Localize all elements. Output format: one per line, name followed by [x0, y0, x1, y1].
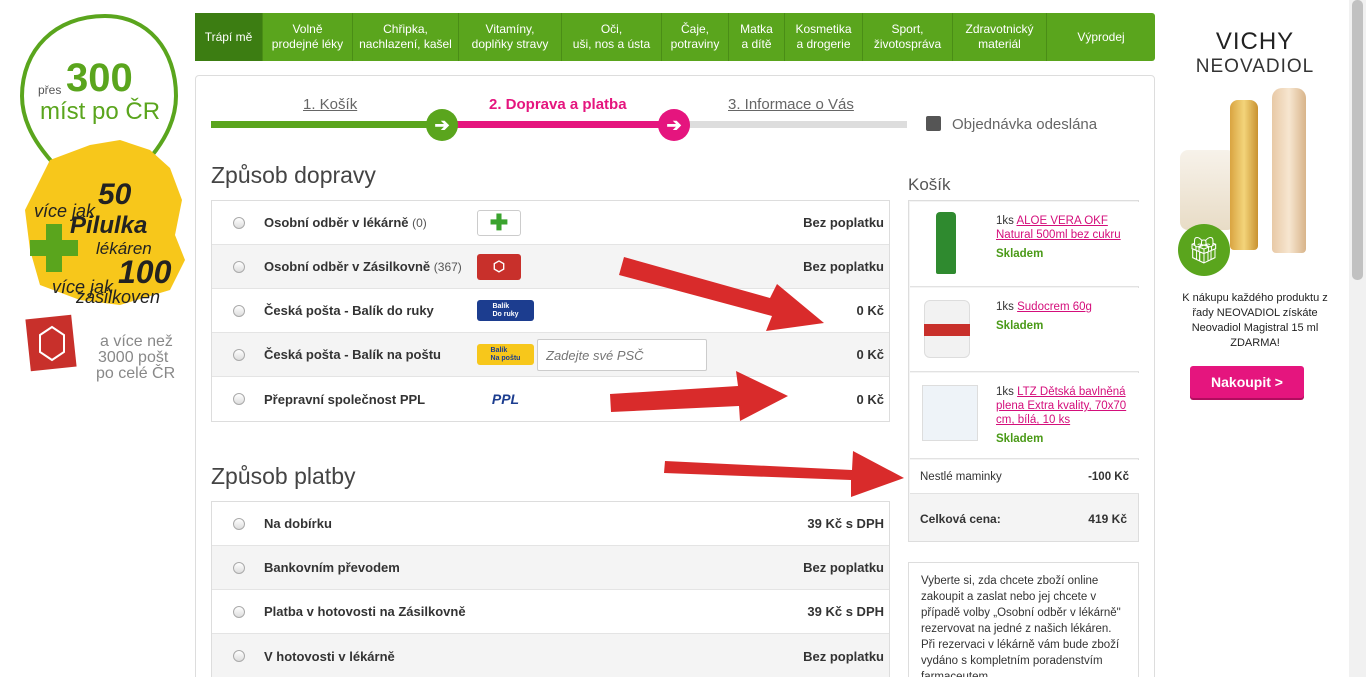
shop-now-button[interactable]: Nakoupit > — [1190, 366, 1304, 398]
scrollbar-thumb[interactable] — [1352, 0, 1363, 280]
red-arrow-icon — [619, 257, 824, 331]
red-arrow-icon — [610, 371, 788, 421]
product-bottle-image — [1230, 100, 1258, 250]
product-bottle-image — [1272, 88, 1306, 253]
checkout-page: přes 300 míst po ČR více jak 50 Pilulka … — [0, 0, 1366, 677]
product-jar-image — [1180, 150, 1235, 230]
gift-icon: 🎁︎ — [1178, 224, 1230, 276]
vichy-ad[interactable]: VICHY NEOVADIOL 🎁︎ K nákupu každého prod… — [1160, 0, 1350, 677]
red-arrow-icon — [664, 451, 904, 497]
ad-brand: VICHY — [1215, 28, 1295, 55]
ad-product: NEOVADIOL — [1195, 56, 1315, 77]
ad-text: K nákupu každého produktu z řady NEOVADI… — [1182, 292, 1328, 349]
